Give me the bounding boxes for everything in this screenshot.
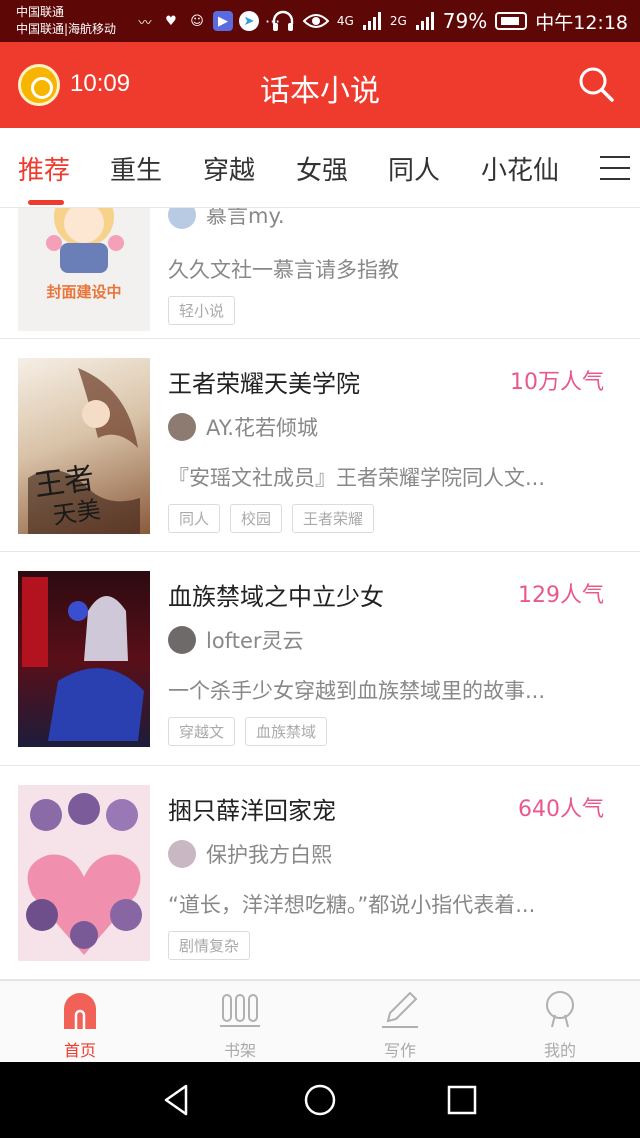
author-name: 保护我方白熙 xyxy=(206,843,332,867)
carrier-line-2: 中国联通|海航移动 xyxy=(16,22,117,36)
app-header: 10:09 话本小说 xyxy=(0,42,640,128)
book-description: 一个杀手少女穿越到血族禁域里的故事... xyxy=(168,679,546,703)
recents-icon[interactable] xyxy=(444,1082,480,1118)
nav-profile[interactable]: 我的 xyxy=(480,981,640,1063)
book-cover: 王者 天美 xyxy=(18,358,150,534)
network-type-4g: 4G xyxy=(336,14,354,28)
tab-recommend[interactable]: 推荐 xyxy=(18,150,70,187)
system-status: 4G 2G 79% 中午12:18 xyxy=(271,8,628,34)
status-bar: 中国联通 中国联通|海航移动 〰 ♥ ☺ ▶ ➤ ··· 4G 2G 79% 中… xyxy=(0,0,640,42)
pencil-icon xyxy=(382,991,418,1028)
home-icon xyxy=(64,993,96,1029)
author-avatar xyxy=(168,626,196,654)
cover-placeholder-illustration xyxy=(46,208,124,273)
cover-placeholder-text: 封面建设中 xyxy=(46,283,122,301)
book-tags: 轻小说 xyxy=(168,296,236,325)
book-description: 久久文社一慕言请多指教 xyxy=(168,258,399,282)
headphones-icon xyxy=(272,10,294,31)
battery-icon xyxy=(495,12,528,30)
book-title[interactable]: 血族禁域之中立少女 xyxy=(168,577,384,612)
bookshelf-icon xyxy=(220,994,260,1027)
activity-icon: 〰 xyxy=(138,15,152,31)
book-cover: 封面建设中 xyxy=(18,208,150,331)
qq-icon: ☺ xyxy=(190,13,204,29)
book-tag[interactable]: 血族禁域 xyxy=(245,717,328,746)
author-avatar xyxy=(168,413,196,441)
nav-bookshelf[interactable]: 书架 xyxy=(160,981,320,1063)
book-popularity: 10万人气 xyxy=(510,370,604,395)
category-tabs: 推荐 重生 穿越 女强 同人 小花仙 xyxy=(0,128,640,208)
tab-rebirth[interactable]: 重生 xyxy=(110,150,162,187)
cover-illustration xyxy=(22,577,144,741)
system-navigation-bar xyxy=(0,1062,640,1138)
book-tag[interactable]: 轻小说 xyxy=(168,296,236,325)
book-description: 『安瑶文社成员』王者荣耀学院同人文... xyxy=(168,466,546,490)
active-tab-indicator xyxy=(28,200,64,205)
book-popularity: 640人气 xyxy=(518,797,604,822)
book-description: “道长，洋洋想吃糖。”都说小指代表着... xyxy=(168,893,536,917)
cover-illustration: 王者 天美 xyxy=(28,368,140,534)
nav-bookshelf-label: 书架 xyxy=(223,1041,256,1060)
nav-home[interactable]: 首页 xyxy=(0,981,160,1063)
book-tags: 剧情复杂 xyxy=(168,931,251,960)
book-item[interactable]: 封面建设中 慕言my. 久久文社一慕言请多指教 轻小说 xyxy=(0,208,640,339)
book-author: 保护我方白熙 xyxy=(168,839,332,869)
book-cover xyxy=(18,571,150,747)
cover-illustration xyxy=(26,793,142,955)
carrier-info: 中国联通 中国联通|海航移动 xyxy=(16,4,116,38)
author-avatar xyxy=(168,840,196,868)
eye-comfort-icon xyxy=(302,14,329,28)
book-list[interactable]: 封面建设中 慕言my. 久久文社一慕言请多指教 轻小说 王者 天美 王者荣耀天美… xyxy=(0,208,640,980)
nav-write[interactable]: 写作 xyxy=(320,981,480,1063)
book-author: lofter灵云 xyxy=(168,625,304,655)
back-icon[interactable] xyxy=(158,1082,194,1118)
book-item[interactable]: 捆只薛洋回家宠 640人气 保护我方白熙 “道长，洋洋想吃糖。”都说小指代表着.… xyxy=(0,767,640,980)
book-popularity: 129人气 xyxy=(518,583,604,608)
tab-fanfiction[interactable]: 同人 xyxy=(388,150,440,187)
signal-icon xyxy=(362,12,381,30)
book-item[interactable]: 血族禁域之中立少女 129人气 lofter灵云 一个杀手少女穿越到血族禁域里的… xyxy=(0,553,640,766)
menu-icon[interactable] xyxy=(600,156,630,180)
book-tag[interactable]: 穿越文 xyxy=(168,717,236,746)
book-title[interactable]: 捆只薛洋回家宠 xyxy=(168,791,336,826)
book-title[interactable]: 王者荣耀天美学院 xyxy=(168,364,360,399)
nav-home-label: 首页 xyxy=(63,1041,96,1060)
signal-icon-2 xyxy=(415,12,434,30)
carrier-line-1: 中国联通 xyxy=(16,5,65,19)
telegram-icon: ➤ xyxy=(239,11,259,31)
author-name: 慕言my. xyxy=(206,208,285,228)
book-tags: 同人 校园 王者荣耀 xyxy=(168,504,375,533)
tab-time-travel[interactable]: 穿越 xyxy=(203,150,255,187)
tab-little-flower-fairy[interactable]: 小花仙 xyxy=(481,150,559,187)
home-button-icon[interactable] xyxy=(302,1082,338,1118)
book-author: 慕言my. xyxy=(168,208,285,230)
network-type-2g: 2G xyxy=(389,14,407,28)
book-cover xyxy=(18,785,150,961)
battery-percent: 79% xyxy=(442,9,488,33)
tab-strong-heroine[interactable]: 女强 xyxy=(296,150,348,187)
app-title: 话本小说 xyxy=(260,74,380,109)
video-app-icon: ▶ xyxy=(213,11,233,31)
book-tags: 穿越文 血族禁域 xyxy=(168,717,328,746)
nav-write-label: 写作 xyxy=(383,1041,416,1060)
clock: 中午12:18 xyxy=(535,11,628,34)
author-name: lofter灵云 xyxy=(206,629,304,653)
author-name: AY.花若倾城 xyxy=(206,416,318,440)
search-icon[interactable] xyxy=(576,64,616,104)
book-tag[interactable]: 校园 xyxy=(230,504,283,533)
profile-icon xyxy=(546,991,574,1028)
nav-profile-label: 我的 xyxy=(543,1041,576,1060)
book-author: AY.花若倾城 xyxy=(168,412,318,442)
book-tag[interactable]: 剧情复杂 xyxy=(168,931,251,960)
bottom-navigation: 首页 书架 写作 我的 xyxy=(0,980,640,1062)
book-tag[interactable]: 同人 xyxy=(168,504,221,533)
book-item[interactable]: 王者 天美 王者荣耀天美学院 10万人气 AY.花若倾城 『安瑶文社成员』王者荣… xyxy=(0,340,640,552)
book-tag[interactable]: 王者荣耀 xyxy=(292,504,375,533)
notification-icons: 〰 ♥ ☺ ▶ ➤ ··· xyxy=(135,9,280,33)
health-icon: ♥ xyxy=(165,13,177,29)
author-avatar xyxy=(168,208,196,229)
